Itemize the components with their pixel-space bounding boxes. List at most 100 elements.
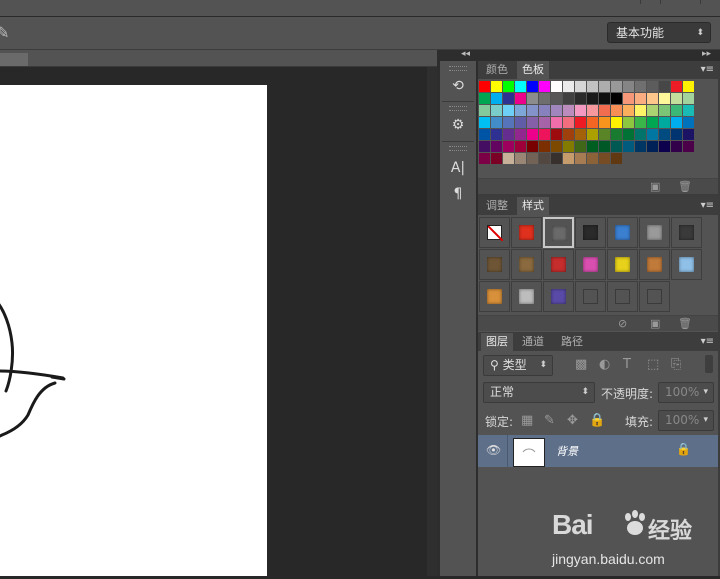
tab-adjustments[interactable]: 调整 [481,197,513,215]
color-swatch[interactable] [587,129,598,140]
new-style-icon[interactable]: ▣ [650,317,660,330]
color-swatch[interactable] [539,153,550,164]
color-swatch[interactable] [503,129,514,140]
style-swatch[interactable] [639,249,670,280]
color-swatch[interactable] [503,105,514,116]
color-swatch[interactable] [563,129,574,140]
color-swatch[interactable] [647,129,658,140]
color-swatch[interactable] [599,105,610,116]
color-swatch[interactable] [551,153,562,164]
color-swatch[interactable] [539,129,550,140]
color-swatch[interactable] [671,129,682,140]
style-swatch[interactable] [671,249,702,280]
color-swatch[interactable] [503,141,514,152]
color-swatch[interactable] [611,141,622,152]
color-swatch[interactable] [611,153,622,164]
color-swatch[interactable] [539,141,550,152]
style-swatch[interactable] [575,249,606,280]
color-swatch[interactable] [683,93,694,104]
color-swatch[interactable] [635,93,646,104]
lock-all-icon[interactable]: 🔒 [589,413,605,428]
paragraph-icon[interactable]: ¶ [440,182,476,206]
color-swatch[interactable] [647,93,658,104]
color-swatch[interactable] [527,153,538,164]
color-swatch[interactable] [515,153,526,164]
color-swatch[interactable] [587,81,598,92]
color-swatch[interactable] [479,129,490,140]
style-swatch[interactable] [639,217,670,248]
color-swatch[interactable] [515,129,526,140]
filter-toggle[interactable] [705,355,713,373]
color-swatch[interactable] [491,153,502,164]
color-swatch[interactable] [515,105,526,116]
color-swatch[interactable] [479,105,490,116]
shape-filter-icon[interactable]: ⬚ [647,357,659,372]
color-swatch[interactable] [563,117,574,128]
color-swatch[interactable] [623,105,634,116]
color-swatch[interactable] [659,105,670,116]
color-swatch[interactable] [527,141,538,152]
style-swatch[interactable] [511,217,542,248]
history-icon[interactable]: ⟲ [440,74,476,98]
pixel-filter-icon[interactable]: ▩ [575,357,587,372]
document-tab[interactable] [0,53,28,66]
color-swatch[interactable] [587,153,598,164]
character-icon[interactable]: A| [440,156,476,180]
eye-icon[interactable]: 👁 [486,443,501,457]
color-swatch[interactable] [623,141,634,152]
collapse-right-icon[interactable]: ▸▸ [702,49,711,59]
drag-grip[interactable] [449,146,467,151]
color-swatch[interactable] [671,93,682,104]
panel-menu-icon[interactable]: ▾≡ [701,61,714,79]
style-swatch[interactable] [671,217,702,248]
color-swatch[interactable] [539,81,550,92]
color-swatch[interactable] [635,141,646,152]
tab-layers[interactable]: 图层 [481,333,513,351]
color-swatch[interactable] [623,93,634,104]
tab-swatches[interactable]: 色板 [517,61,549,79]
color-swatch[interactable] [599,81,610,92]
style-swatch[interactable] [607,281,638,312]
color-swatch[interactable] [515,117,526,128]
color-swatch[interactable] [647,117,658,128]
trash-icon[interactable]: 🗑 [678,180,692,193]
color-swatch[interactable] [539,93,550,104]
color-swatch[interactable] [551,81,562,92]
color-swatch[interactable] [527,117,538,128]
color-swatch[interactable] [551,117,562,128]
color-swatch[interactable] [671,105,682,116]
color-swatch[interactable] [611,81,622,92]
style-swatch[interactable] [543,281,574,312]
properties-icon[interactable]: ⚙ [440,113,476,137]
color-swatch[interactable] [635,129,646,140]
color-swatch[interactable] [671,117,682,128]
color-swatch[interactable] [575,129,586,140]
layer-filter-select[interactable]: ⚲ 类型 ⬍ [483,355,553,376]
color-swatch[interactable] [587,105,598,116]
workspace-switcher[interactable]: 基本功能 ⬍ [607,22,711,43]
color-swatch[interactable] [563,81,574,92]
color-swatch[interactable] [551,129,562,140]
fill-field[interactable]: 100% ▾ [658,410,714,431]
color-swatch[interactable] [575,141,586,152]
color-swatch[interactable] [539,117,550,128]
color-swatch[interactable] [599,141,610,152]
collapse-left-icon[interactable]: ◂◂ [461,49,470,59]
color-swatch[interactable] [635,81,646,92]
color-swatch[interactable] [659,117,670,128]
color-swatch[interactable] [611,93,622,104]
color-swatch[interactable] [551,93,562,104]
color-swatch[interactable] [563,141,574,152]
color-swatch[interactable] [551,141,562,152]
color-swatch[interactable] [623,81,634,92]
color-swatch[interactable] [527,129,538,140]
color-swatch[interactable] [683,141,694,152]
style-swatch[interactable] [607,217,638,248]
style-swatch[interactable] [511,249,542,280]
lock-transparent-icon[interactable]: ▦ [521,413,533,428]
color-swatch[interactable] [503,153,514,164]
color-swatch[interactable] [647,81,658,92]
adjustment-filter-icon[interactable]: ◐ [599,357,610,372]
smart-object-filter-icon[interactable]: ⎘ [671,357,681,372]
color-swatch[interactable] [491,81,502,92]
